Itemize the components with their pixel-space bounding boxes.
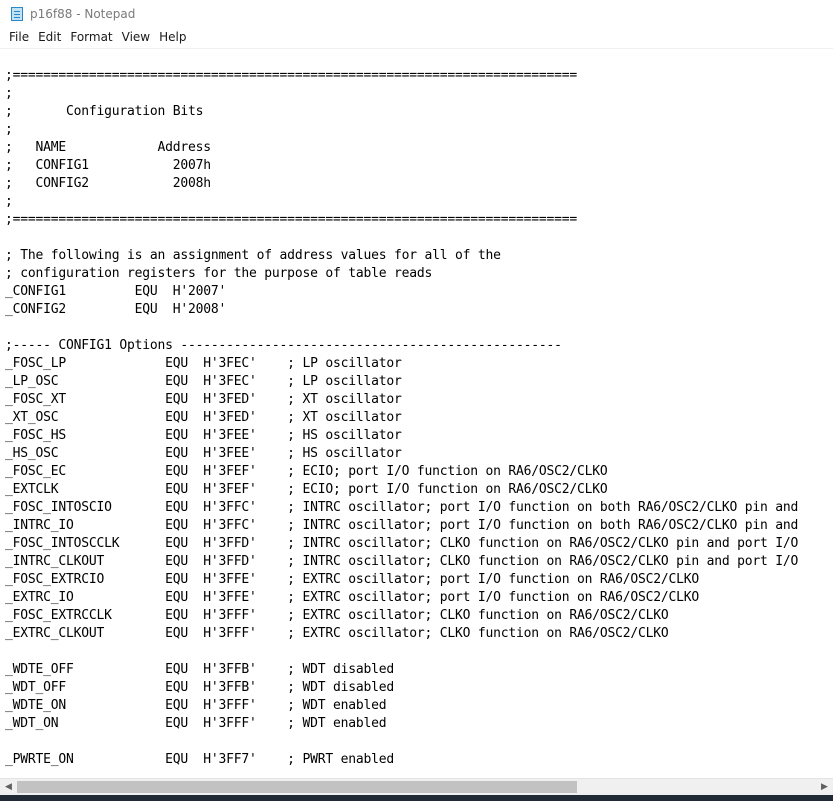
text-line: ; NAME Address bbox=[5, 140, 211, 155]
text-line: _WDT_ON EQU H'3FFF' ; WDT enabled bbox=[5, 716, 387, 731]
text-line: ; The following is an assignment of addr… bbox=[5, 248, 501, 263]
scroll-left-icon[interactable]: ◀ bbox=[0, 779, 17, 795]
menu-file[interactable]: File bbox=[5, 27, 33, 48]
scroll-right-icon[interactable]: ▶ bbox=[816, 779, 833, 795]
text-line: ; Configuration Bits bbox=[5, 104, 204, 119]
text-line: _WDTE_ON EQU H'3FFF' ; WDT enabled bbox=[5, 698, 387, 713]
text-line: _EXTCLK EQU H'3FEF' ; ECIO; port I/O fun… bbox=[5, 482, 608, 497]
menu-view[interactable]: View bbox=[118, 27, 154, 48]
text-editor[interactable]: ;=======================================… bbox=[0, 48, 833, 778]
editor-text[interactable]: ;=======================================… bbox=[5, 67, 798, 769]
text-line: _FOSC_EXTRCIO EQU H'3FFE' ; EXTRC oscill… bbox=[5, 572, 700, 587]
window-title: p16f88 - Notepad bbox=[30, 6, 136, 21]
text-line: ;=======================================… bbox=[5, 212, 577, 227]
text-line: _CONFIG2 EQU H'2008' bbox=[5, 302, 227, 317]
text-line: _FOSC_LP EQU H'3FEC' ; LP oscillator bbox=[5, 356, 402, 371]
text-line: _EXTRC_IO EQU H'3FFE' ; EXTRC oscillator… bbox=[5, 590, 700, 605]
text-line: ; CONFIG1 2007h bbox=[5, 158, 211, 173]
text-line: _INTRC_CLKOUT EQU H'3FFD' ; INTRC oscill… bbox=[5, 554, 799, 569]
text-line: _FOSC_XT EQU H'3FED' ; XT oscillator bbox=[5, 392, 402, 407]
notepad-icon bbox=[11, 6, 23, 21]
text-line: ; configuration registers for the purpos… bbox=[5, 266, 433, 281]
taskbar-edge bbox=[0, 795, 833, 801]
title-bar[interactable]: p16f88 - Notepad bbox=[0, 0, 833, 27]
text-line: _INTRC_IO EQU H'3FFC' ; INTRC oscillator… bbox=[5, 518, 799, 533]
text-line: _HS_OSC EQU H'3FEE' ; HS oscillator bbox=[5, 446, 402, 461]
text-line: _XT_OSC EQU H'3FED' ; XT oscillator bbox=[5, 410, 402, 425]
text-line: _FOSC_INTOSCCLK EQU H'3FFD' ; INTRC osci… bbox=[5, 536, 799, 551]
text-line: _FOSC_INTOSCIO EQU H'3FFC' ; INTRC oscil… bbox=[5, 500, 799, 515]
text-line: _LP_OSC EQU H'3FEC' ; LP oscillator bbox=[5, 374, 402, 389]
text-line: ;=======================================… bbox=[5, 68, 577, 83]
text-line: _FOSC_EXTRCCLK EQU H'3FFF' ; EXTRC oscil… bbox=[5, 608, 669, 623]
text-line: ; CONFIG2 2008h bbox=[5, 176, 211, 191]
menu-format[interactable]: Format bbox=[66, 27, 116, 48]
text-line: ; bbox=[5, 86, 13, 101]
text-line: ;----- CONFIG1 Options -----------------… bbox=[5, 338, 562, 353]
text-line: ; bbox=[5, 194, 13, 209]
scroll-thumb[interactable] bbox=[17, 781, 577, 793]
text-line: _CONFIG1 EQU H'2007' bbox=[5, 284, 227, 299]
menu-edit[interactable]: Edit bbox=[34, 27, 65, 48]
horizontal-scrollbar[interactable]: ◀ ▶ bbox=[0, 778, 833, 795]
text-line: _EXTRC_CLKOUT EQU H'3FFF' ; EXTRC oscill… bbox=[5, 626, 669, 641]
text-line: ; bbox=[5, 122, 13, 137]
text-line: _PWRTE_ON EQU H'3FF7' ; PWRT enabled bbox=[5, 752, 394, 767]
menu-help[interactable]: Help bbox=[155, 27, 190, 48]
text-line: _FOSC_EC EQU H'3FEF' ; ECIO; port I/O fu… bbox=[5, 464, 608, 479]
text-line: _FOSC_HS EQU H'3FEE' ; HS oscillator bbox=[5, 428, 402, 443]
menu-bar: File Edit Format View Help bbox=[0, 27, 833, 48]
text-line: _WDT_OFF EQU H'3FFB' ; WDT disabled bbox=[5, 680, 394, 695]
text-line: _WDTE_OFF EQU H'3FFB' ; WDT disabled bbox=[5, 662, 394, 677]
